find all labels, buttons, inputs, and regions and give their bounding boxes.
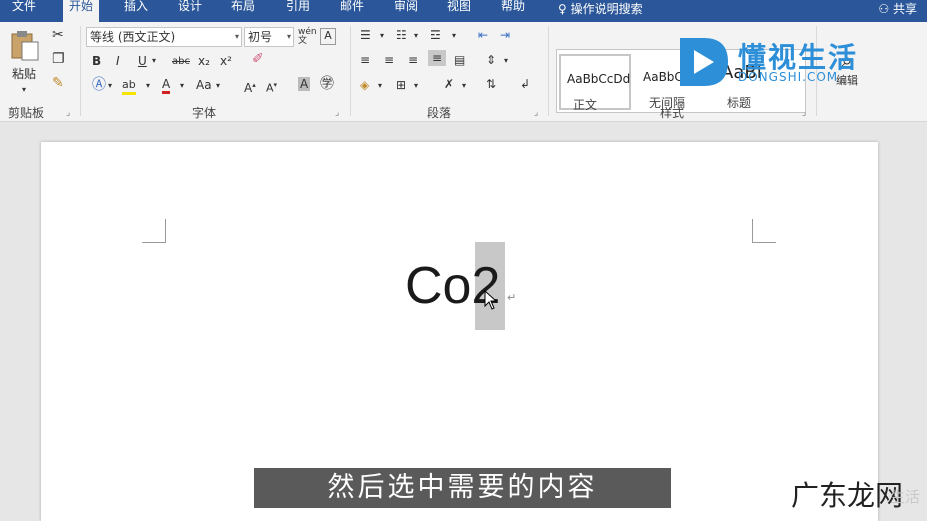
lightbulb-icon: ♀ — [558, 2, 571, 16]
justify-icon[interactable]: ≡ — [428, 50, 447, 66]
person-icon: ⚇ — [878, 2, 893, 16]
watermark-domain: DONGSHI.COM — [738, 70, 839, 84]
chevron-down-icon[interactable]: ▾ — [414, 79, 418, 93]
watermark-bottom: 广东龙网 — [791, 479, 904, 512]
chevron-down-icon[interactable]: ▾ — [108, 79, 112, 93]
group-divider — [80, 26, 81, 116]
paragraph-group-label: 段落 — [427, 106, 452, 120]
chevron-down-icon[interactable]: ▾ — [180, 79, 184, 93]
tab-design[interactable]: 设计 — [178, 0, 202, 22]
group-divider — [350, 26, 351, 116]
dialog-launcher-icon[interactable]: ⌟ — [66, 108, 70, 118]
style-normal[interactable]: AaBbCcDd 正文 — [559, 54, 631, 112]
paste-icon[interactable] — [10, 30, 40, 62]
text-effects-icon[interactable]: Ⓐ — [92, 78, 106, 92]
character-border-icon[interactable]: A — [320, 28, 336, 45]
chevron-down-icon[interactable]: ▾ — [216, 79, 220, 93]
underline-icon[interactable]: U — [138, 54, 147, 68]
word-window: { "tabs": ["文件","开始","插入","设计","布局","引用"… — [0, 0, 927, 521]
tab-insert[interactable]: 插入 — [124, 0, 148, 22]
mouse-cursor-icon — [484, 290, 498, 310]
multilevel-list-icon[interactable]: ☲ — [430, 28, 441, 42]
chevron-down-icon[interactable]: ▾ — [452, 29, 456, 43]
dialog-launcher-icon[interactable]: ⌟ — [802, 108, 806, 118]
ribbon-tab-bar: 文件 开始 插入 设计 布局 引用 邮件 审阅 视图 帮助 ♀ 操作说明搜索 ⚇… — [0, 0, 927, 22]
chevron-down-icon[interactable]: ▾ — [287, 28, 291, 46]
enclose-characters-icon[interactable]: ㊫ — [320, 77, 334, 91]
subscript-icon[interactable]: x₂ — [198, 54, 210, 68]
decrease-indent-icon[interactable]: ⇤ — [478, 28, 488, 42]
share-button[interactable]: ⚇ 共享 — [878, 0, 917, 17]
chevron-down-icon[interactable]: ▾ — [378, 79, 382, 93]
chevron-down-icon[interactable]: ▾ — [22, 83, 26, 97]
chevron-down-icon[interactable]: ▾ — [462, 79, 466, 93]
format-painter-icon[interactable]: ✎ — [52, 76, 64, 90]
font-color-icon[interactable]: A — [162, 77, 171, 94]
tab-home[interactable]: 开始 — [63, 0, 100, 22]
margin-corner — [142, 219, 166, 243]
tab-mailings[interactable]: 邮件 — [340, 0, 364, 22]
chevron-down-icon[interactable]: ▾ — [146, 79, 150, 93]
dialog-launcher-icon[interactable]: ⌟ — [335, 108, 339, 118]
tab-review[interactable]: 审阅 — [394, 0, 418, 22]
align-center-icon[interactable]: ≡ — [384, 53, 394, 67]
highlight-color-icon[interactable]: ab — [122, 78, 136, 95]
tab-help[interactable]: 帮助 — [501, 0, 525, 22]
tab-file[interactable]: 文件 — [12, 0, 36, 22]
chevron-down-icon[interactable]: ▾ — [152, 54, 156, 68]
align-left-icon[interactable]: ≡ — [360, 53, 370, 67]
tab-references[interactable]: 引用 — [286, 0, 310, 22]
grow-font-icon[interactable]: A▴ — [244, 78, 256, 95]
font-name-combo[interactable]: 等线 (西文正文) ▾ — [86, 27, 242, 47]
video-subtitle: 然后选中需要的内容 — [254, 468, 671, 508]
superscript-icon[interactable]: x² — [220, 54, 232, 68]
shading-icon[interactable]: ◈ — [360, 78, 369, 92]
italic-icon[interactable]: I — [116, 54, 120, 68]
shrink-font-icon[interactable]: A▾ — [266, 78, 277, 96]
group-divider — [548, 26, 549, 116]
paragraph-mark: ↵ — [507, 291, 517, 304]
chevron-down-icon[interactable]: ▾ — [504, 54, 508, 68]
strikethrough-icon[interactable]: abc — [172, 55, 190, 69]
tell-me-search[interactable]: ♀ 操作说明搜索 — [558, 0, 643, 17]
borders-icon[interactable]: ⊞ — [396, 78, 406, 92]
bullets-icon[interactable]: ☰ — [360, 28, 371, 42]
dialog-launcher-icon[interactable]: ⌟ — [534, 108, 538, 118]
clear-formatting-icon[interactable]: ✐ — [252, 52, 264, 66]
font-group-label: 字体 — [192, 106, 217, 120]
numbering-icon[interactable]: ☷ — [396, 28, 407, 42]
distributed-icon[interactable]: ▤ — [454, 53, 465, 67]
show-marks-icon[interactable]: ↲ — [520, 77, 530, 91]
paste-button[interactable]: 粘贴 — [12, 67, 36, 81]
asian-layout-icon[interactable]: ✗ — [444, 77, 454, 91]
sort-icon[interactable]: ⇅ — [486, 77, 496, 91]
tab-view[interactable]: 视图 — [447, 0, 471, 22]
cut-icon[interactable]: ✂ — [52, 28, 64, 42]
styles-group-label: 样式 — [660, 106, 685, 120]
copy-icon[interactable]: ❐ — [52, 52, 65, 66]
line-spacing-icon[interactable]: ⇕ — [486, 53, 496, 67]
margin-corner — [752, 219, 776, 243]
font-size-combo[interactable]: 初号 ▾ — [244, 27, 294, 47]
phonetic-guide-icon[interactable]: wén 文 — [298, 28, 317, 46]
increase-indent-icon[interactable]: ⇥ — [500, 28, 510, 42]
chevron-down-icon[interactable]: ▾ — [414, 29, 418, 43]
chevron-down-icon[interactable]: ▾ — [235, 28, 239, 46]
bold-icon[interactable]: B — [92, 54, 101, 68]
clipboard-group-label: 剪贴板 — [8, 106, 45, 120]
change-case-icon[interactable]: Aa — [196, 78, 212, 92]
watermark-bottom-faint: 生活 — [890, 488, 921, 506]
align-right-icon[interactable]: ≡ — [408, 53, 418, 67]
dongshi-logo-icon — [680, 38, 728, 86]
chevron-down-icon[interactable]: ▾ — [380, 29, 384, 43]
tab-layout[interactable]: 布局 — [231, 0, 255, 22]
document-page[interactable] — [41, 142, 878, 521]
character-shading-icon[interactable]: A — [298, 77, 311, 91]
